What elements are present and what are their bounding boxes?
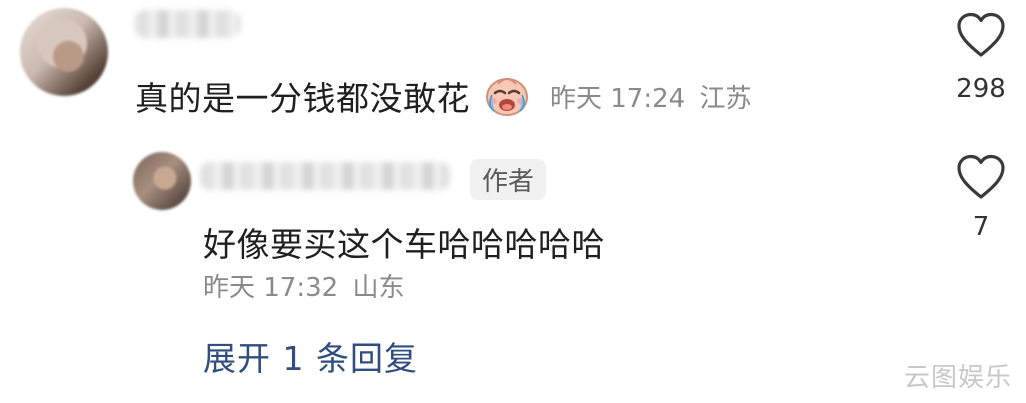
reply-like-count: 7 xyxy=(972,212,990,242)
reply-time: 昨天 17:32 xyxy=(203,273,339,303)
reply-like-button[interactable] xyxy=(956,154,1006,200)
top-comment-like-button[interactable] xyxy=(956,12,1006,58)
top-comment-meta: 昨天 17:24 江苏 xyxy=(550,78,751,115)
author-badge: 作者 xyxy=(470,159,547,200)
top-comment-location: 江苏 xyxy=(699,83,752,114)
reply-meta: 昨天 17:32 山东 xyxy=(203,267,404,304)
expand-replies-link[interactable]: 展开 1 条回复 xyxy=(203,332,418,380)
watermark: 云图娱乐 xyxy=(904,363,1013,393)
reply-text[interactable]: 好像要买这个车哈哈哈哈哈 xyxy=(203,218,605,266)
reply-username[interactable] xyxy=(200,162,450,190)
heart-outline-icon xyxy=(956,154,1006,200)
reply-location: 山东 xyxy=(352,273,405,303)
crying-laughing-face-icon xyxy=(484,75,530,117)
top-comment-body[interactable]: 真的是一分钱都没敢花 昨天 17:24 江苏 xyxy=(135,72,751,120)
reply-avatar[interactable] xyxy=(133,152,191,210)
heart-outline-icon xyxy=(956,12,1006,58)
top-comment-avatar[interactable] xyxy=(20,8,108,96)
top-comment-time: 昨天 17:24 xyxy=(550,83,686,114)
top-comment-like-count: 298 xyxy=(956,74,1006,104)
top-comment-text: 真的是一分钱都没敢花 xyxy=(135,79,470,118)
top-comment-username[interactable] xyxy=(135,10,240,38)
